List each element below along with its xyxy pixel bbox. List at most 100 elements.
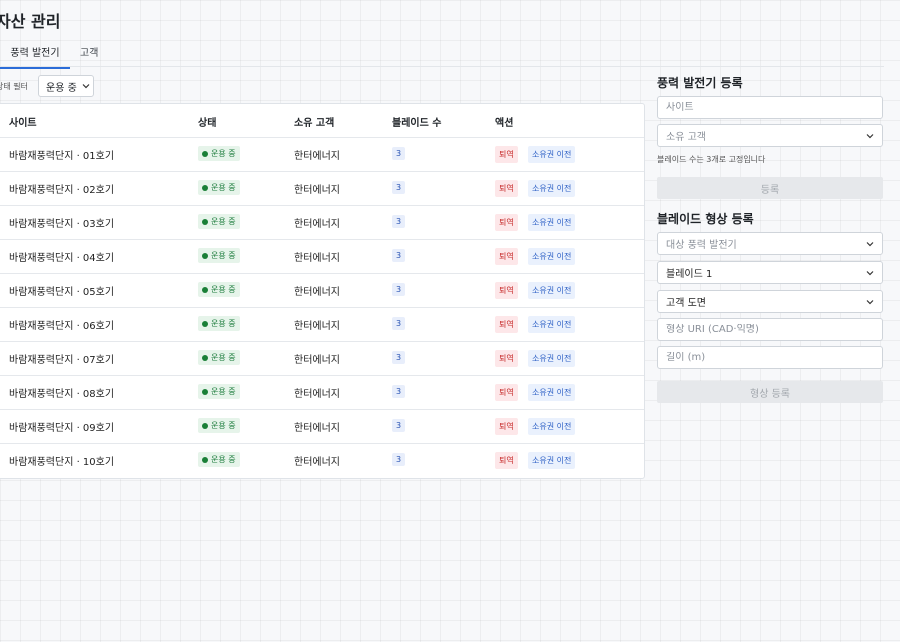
status-badge: 운용 중 [198,452,240,467]
site-field[interactable] [657,96,883,119]
length-input[interactable] [666,352,874,363]
transfer-ownership-button[interactable]: 소유권 이전 [528,418,576,435]
chevron-down-icon [866,270,874,276]
status-dot-icon [202,320,208,327]
blade-select-value: 블레이드 1 [666,269,713,280]
blade-count-badge: 3 [392,249,406,262]
transfer-ownership-button[interactable]: 소유권 이전 [528,384,576,401]
status-dot-icon [202,286,208,293]
target-turbine-placeholder: 대상 풍력 발전기 [666,240,737,251]
status-badge: 운용 중 [198,214,240,229]
status-text: 운용 중 [211,217,236,226]
table-row: 바람재풍력단지 · 08호기 운용 중 한터에너지 3 퇴역 소유권 이전 [0,375,644,410]
retire-button[interactable]: 퇴역 [495,452,518,469]
table-row: 바람재풍력단지 · 02호기 운용 중 한터에너지 3 퇴역 소유권 이전 [0,171,644,206]
transfer-ownership-button[interactable]: 소유권 이전 [528,316,576,333]
transfer-ownership-button[interactable]: 소유권 이전 [528,452,576,469]
tab-wind-turbines[interactable]: 풍력 발전기 [0,44,70,69]
target-turbine-select[interactable]: 대상 풍력 발전기 [657,232,883,255]
cell-site: 바람재풍력단지 · 07호기 [9,355,115,366]
blade-count-badge: 3 [392,453,406,466]
retire-button[interactable]: 퇴역 [495,146,518,163]
register-shape-button[interactable]: 형상 등록 [657,381,883,403]
status-badge: 운용 중 [198,282,240,297]
header-blades: 블레이드 수 [392,118,442,129]
table-row: 바람재풍력단지 · 03호기 운용 중 한터에너지 3 퇴역 소유권 이전 [0,205,644,240]
status-text: 운용 중 [211,455,236,464]
cell-site: 바람재풍력단지 · 06호기 [9,321,115,332]
cell-owner: 한터에너지 [294,151,340,162]
shape-uri-input[interactable] [666,324,874,335]
blade-count-badge: 3 [392,385,406,398]
table-row: 바람재풍력단지 · 07호기 운용 중 한터에너지 3 퇴역 소유권 이전 [0,341,644,376]
cell-owner: 한터에너지 [294,185,340,196]
status-dot-icon [202,354,208,361]
cell-site: 바람재풍력단지 · 10호기 [9,457,115,468]
shape-uri-field[interactable] [657,318,883,341]
transfer-ownership-button[interactable]: 소유권 이전 [528,350,576,367]
status-filter-select[interactable]: 운용 중 [38,75,94,97]
status-badge: 운용 중 [198,384,240,399]
status-filter-label: 상태 필터 [0,82,28,91]
header-site: 사이트 [9,118,37,129]
table-row: 바람재풍력단지 · 09호기 운용 중 한터에너지 3 퇴역 소유권 이전 [0,409,644,444]
status-text: 운용 중 [211,319,236,328]
status-text: 운용 중 [211,251,236,260]
transfer-ownership-button[interactable]: 소유권 이전 [528,180,576,197]
length-field[interactable] [657,346,883,369]
status-dot-icon [202,388,208,395]
retire-button[interactable]: 퇴역 [495,214,518,231]
cell-owner: 한터에너지 [294,423,340,434]
cell-site: 바람재풍력단지 · 09호기 [9,423,115,434]
retire-button[interactable]: 퇴역 [495,384,518,401]
register-turbine-button[interactable]: 등록 [657,177,883,199]
cell-owner: 한터에너지 [294,355,340,366]
cell-site: 바람재풍력단지 · 05호기 [9,287,115,298]
table-row: 바람재풍력단지 · 04호기 운용 중 한터에너지 3 퇴역 소유권 이전 [0,239,644,274]
cell-site: 바람재풍력단지 · 02호기 [9,185,115,196]
shape-source-select[interactable]: 고객 도면 [657,290,883,313]
status-dot-icon [202,252,208,259]
shape-source-value: 고객 도면 [666,298,706,309]
status-text: 운용 중 [211,387,236,396]
status-dot-icon [202,150,208,157]
retire-button[interactable]: 퇴역 [495,418,518,435]
table-row: 바람재풍력단지 · 01호기 운용 중 한터에너지 3 퇴역 소유권 이전 [0,137,644,172]
transfer-ownership-button[interactable]: 소유권 이전 [528,146,576,163]
cell-owner: 한터에너지 [294,253,340,264]
chevron-down-icon [866,299,874,305]
chevron-down-icon [82,83,90,89]
status-badge: 운용 중 [198,146,240,161]
transfer-ownership-button[interactable]: 소유권 이전 [528,282,576,299]
status-text: 운용 중 [211,285,236,294]
status-dot-icon [202,422,208,429]
status-filter-value: 운용 중 [46,82,77,94]
blade-count-hint: 블레이드 수는 3개로 고정입니다 [657,155,766,164]
table-row: 바람재풍력단지 · 10호기 운용 중 한터에너지 3 퇴역 소유권 이전 [0,443,644,477]
transfer-ownership-button[interactable]: 소유권 이전 [528,214,576,231]
retire-button[interactable]: 퇴역 [495,282,518,299]
turbine-form-title: 풍력 발전기 등록 [657,76,743,90]
status-badge: 운용 중 [198,248,240,263]
status-text: 운용 중 [211,149,236,158]
retire-button[interactable]: 퇴역 [495,350,518,367]
cell-owner: 한터에너지 [294,457,340,468]
cell-owner: 한터에너지 [294,219,340,230]
status-text: 운용 중 [211,353,236,362]
page-title: 자산 관리 [0,12,61,31]
owner-select[interactable]: 소유 고객 [657,124,883,147]
retire-button[interactable]: 퇴역 [495,248,518,265]
blade-count-badge: 3 [392,351,406,364]
status-badge: 운용 중 [198,418,240,433]
table-header: 사이트 상태 소유 고객 블레이드 수 액션 [0,104,644,138]
retire-button[interactable]: 퇴역 [495,316,518,333]
blade-form-title: 블레이드 형상 등록 [657,212,754,226]
turbine-table: 사이트 상태 소유 고객 블레이드 수 액션 바람재풍력단지 · 01호기 운용… [0,103,645,479]
table-row: 바람재풍력단지 · 05호기 운용 중 한터에너지 3 퇴역 소유권 이전 [0,273,644,308]
retire-button[interactable]: 퇴역 [495,180,518,197]
owner-select-placeholder: 소유 고객 [666,132,706,143]
transfer-ownership-button[interactable]: 소유권 이전 [528,248,576,265]
tab-customers[interactable]: 고객 [80,44,98,67]
site-input[interactable] [666,102,874,113]
blade-select[interactable]: 블레이드 1 [657,261,883,284]
